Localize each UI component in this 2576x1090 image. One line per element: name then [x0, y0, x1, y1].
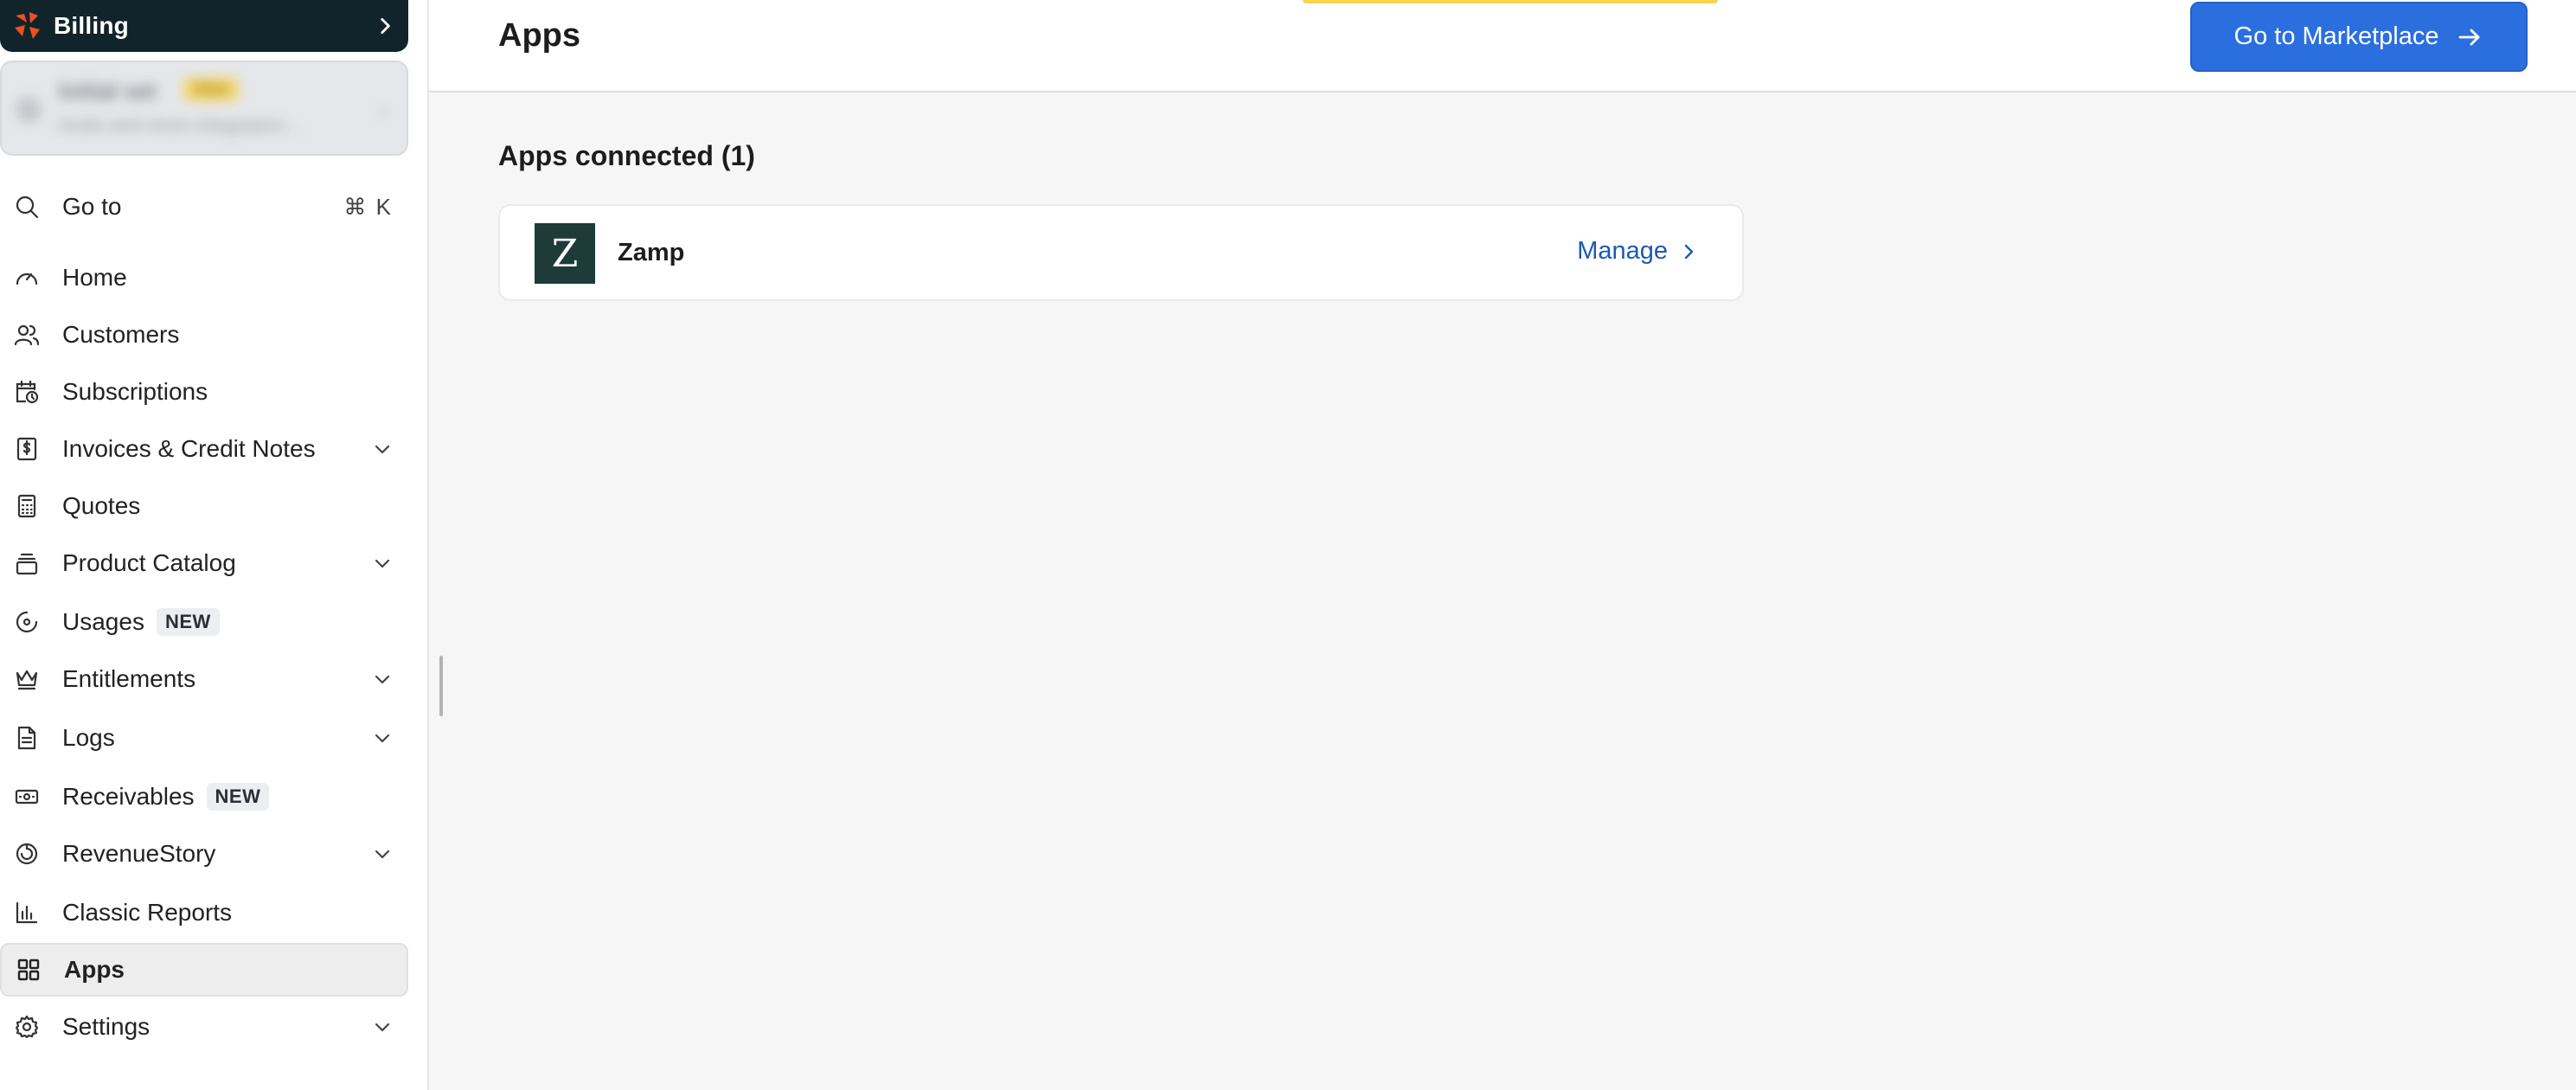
sidebar-item-revenuestory[interactable]: RevenueStory	[0, 827, 408, 881]
notification-strip	[1303, 0, 1718, 3]
layers-icon	[16, 553, 38, 575]
goto-label: Go to	[62, 193, 122, 220]
crown-icon	[16, 670, 38, 690]
sidebar-resize-handle[interactable]	[439, 656, 443, 716]
chevron-down-icon	[375, 445, 390, 454]
sidebar-item-label: Home	[62, 264, 127, 291]
sidebar-item-receivables[interactable]: Receivables NEW	[0, 770, 408, 824]
sidebar-item-label: Subscriptions	[62, 378, 208, 405]
document-icon	[17, 726, 36, 750]
chevron-down-icon	[375, 675, 390, 684]
page-header: Apps Go to Marketplace	[429, 0, 2576, 93]
sidebar-item-label: Invoices & Credit Notes	[62, 435, 316, 462]
sidebar-item-label: Customers	[62, 321, 180, 348]
sidebar-item-label: RevenueStory	[62, 840, 216, 867]
promo-subtitle: Invite and more integration...	[59, 114, 300, 136]
go-to-marketplace-button[interactable]: Go to Marketplace	[2190, 2, 2528, 72]
manage-app-link[interactable]: Manage	[1577, 237, 1699, 266]
sidebar-item-usages[interactable]: Usages NEW	[0, 595, 408, 649]
sidebar-item-label: Receivables	[62, 783, 195, 810]
goto-shortcut: ⌘ K	[343, 193, 393, 220]
product-switcher[interactable]: Billing	[0, 0, 408, 52]
sidebar: Billing Initial set New Invite and more …	[0, 0, 429, 1090]
bar-chart-icon	[16, 901, 38, 924]
promo-badge: New	[183, 78, 240, 101]
sidebar-item-apps[interactable]: Apps	[0, 943, 408, 997]
chevron-right-icon	[381, 18, 390, 34]
target-icon	[16, 611, 38, 633]
apps-connected-heading: Apps connected (1)	[498, 140, 755, 171]
sidebar-item-label: Classic Reports	[62, 899, 233, 926]
grid-icon	[17, 959, 40, 981]
sidebar-item-label: Logs	[62, 724, 115, 751]
chevron-down-icon	[375, 850, 390, 859]
arrow-right-icon	[2459, 29, 2480, 45]
sidebar-item-label: Usages	[62, 608, 144, 635]
gauge-icon	[16, 272, 38, 285]
manage-label: Manage	[1577, 237, 1668, 265]
sidebar-item-home[interactable]: Home	[0, 251, 408, 305]
sidebar-item-classic-reports[interactable]: Classic Reports	[0, 886, 408, 939]
sidebar-item-subscriptions[interactable]: Subscriptions	[0, 365, 408, 419]
chevron-down-icon	[375, 559, 390, 568]
sidebar-item-settings[interactable]: Settings	[0, 1000, 408, 1054]
chargebee-logo-icon	[15, 12, 40, 39]
sidebar-item-entitlements[interactable]: Entitlements	[0, 652, 408, 706]
chevron-right-icon	[1684, 244, 1694, 259]
sidebar-item-label: Settings	[62, 1013, 151, 1040]
product-name: Billing	[54, 12, 129, 39]
sidebar-item-invoices[interactable]: Invoices & Credit Notes	[0, 422, 408, 476]
calculator-icon	[17, 494, 36, 518]
users-icon	[14, 324, 40, 346]
zamp-logo: Z	[535, 223, 595, 284]
sidebar-item-label: Apps	[64, 956, 125, 983]
promo-title: Initial set	[59, 78, 157, 104]
sidebar-item-label: Quotes	[62, 492, 141, 519]
new-badge: NEW	[206, 783, 270, 811]
onboarding-promo-card[interactable]: Initial set New Invite and more integrat…	[0, 61, 408, 156]
sidebar-item-quotes[interactable]: Quotes	[0, 479, 408, 533]
chevron-down-icon	[375, 1023, 390, 1032]
search-icon	[16, 196, 39, 219]
sidebar-item-logs[interactable]: Logs	[0, 711, 408, 765]
page-title: Apps	[498, 17, 580, 54]
sidebar-item-label: Entitlements	[62, 665, 196, 692]
marketplace-button-label: Go to Marketplace	[2233, 22, 2439, 50]
promo-icon	[16, 97, 42, 123]
sidebar-item-product-catalog[interactable]: Product Catalog	[0, 536, 408, 590]
app-card: Z Zamp Manage	[498, 204, 1744, 301]
calendar-clock-icon	[16, 380, 39, 404]
chevron-right-icon: ›	[378, 97, 386, 123]
sidebar-item-label: Product Catalog	[62, 549, 236, 576]
chevron-down-icon	[375, 734, 390, 743]
sidebar-item-customers[interactable]: Customers	[0, 308, 408, 362]
goto-search[interactable]: Go to ⌘ K	[0, 180, 408, 234]
new-badge: NEW	[156, 608, 220, 636]
app-name: Zamp	[618, 239, 685, 266]
cash-icon	[15, 789, 39, 805]
chart-ring-icon	[16, 843, 38, 865]
invoice-icon	[16, 437, 37, 461]
gear-icon	[15, 1015, 39, 1039]
